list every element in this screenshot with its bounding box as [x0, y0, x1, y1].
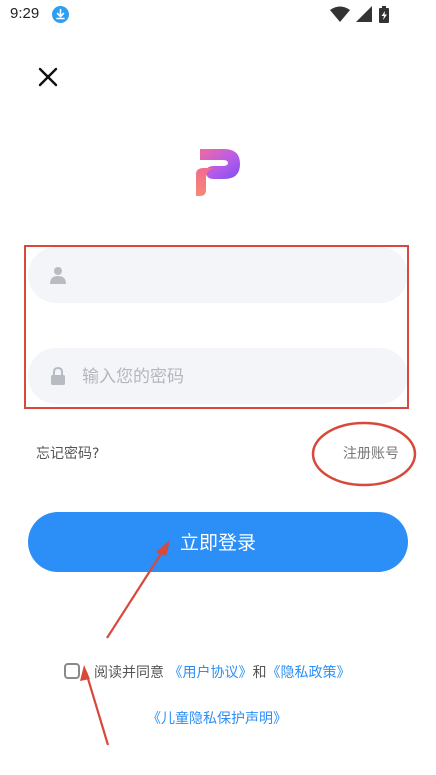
user-agreement-link[interactable]: 《用户协议》 [168, 665, 252, 681]
status-time: 9:29 [10, 5, 40, 22]
agreement-row: 阅读并同意 《用户协议》和《隐私政策》 [64, 662, 394, 684]
status-bar: 9:29 [0, 0, 436, 30]
privacy-policy-link[interactable]: 《隐私政策》 [266, 665, 350, 681]
login-button[interactable]: 立即登录 [28, 512, 408, 572]
wifi-icon [330, 6, 350, 22]
children-privacy-link[interactable]: 《儿童隐私保护声明》 [147, 708, 287, 728]
battery-icon [379, 6, 389, 23]
close-icon[interactable] [34, 63, 62, 91]
agreement-text: 阅读并同意 《用户协议》和《隐私政策》 [94, 662, 350, 684]
agreement-checkbox[interactable] [64, 663, 80, 679]
annotation-ellipse [311, 421, 417, 487]
download-icon [52, 6, 69, 23]
forgot-password-link[interactable]: 忘记密码? [36, 443, 99, 463]
cellular-signal-icon [356, 6, 372, 22]
app-logo [196, 149, 240, 196]
agreement-prefix: 阅读并同意 [94, 665, 164, 681]
system-status-icons [330, 6, 389, 23]
annotation-box [24, 245, 409, 409]
agreement-and: 和 [252, 665, 267, 681]
